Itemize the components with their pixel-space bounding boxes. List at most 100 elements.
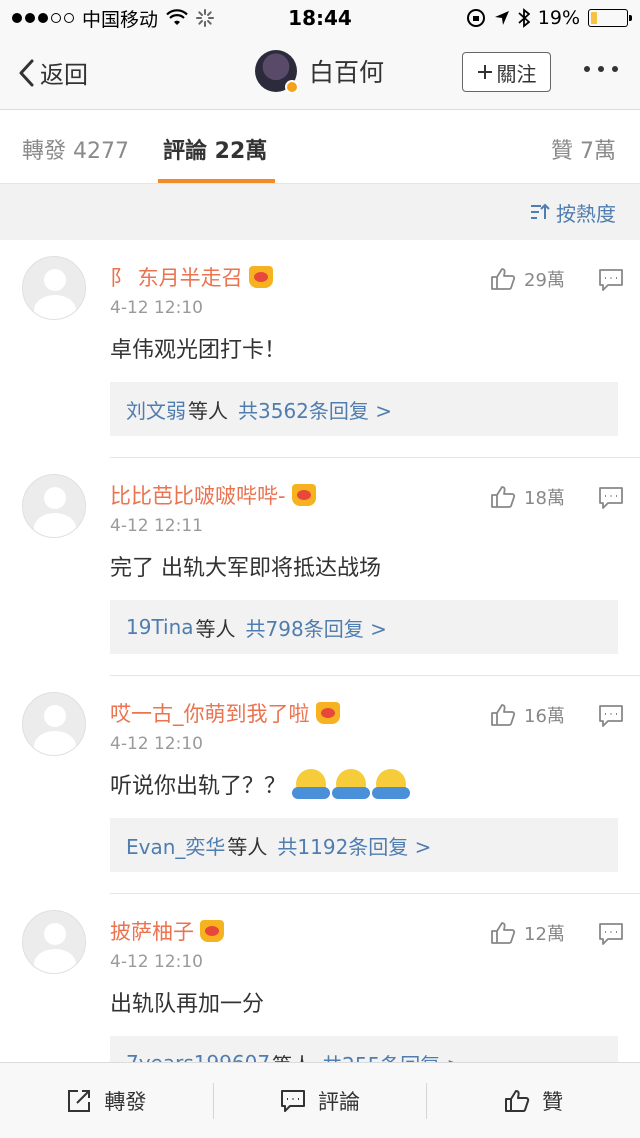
thumbs-up-icon [491, 486, 516, 508]
like-count: 12萬 [524, 924, 565, 945]
reply-comment-icon[interactable] [598, 486, 624, 510]
comment-text-content: 听说你出轨了？？ [110, 774, 287, 799]
status-bar: 中国移动 18:44 19% [0, 0, 640, 36]
reply-names: Evan_奕华 [126, 834, 226, 859]
like-count: 18萬 [524, 488, 565, 509]
comment-text-content: 卓伟观光团打卡！ [110, 338, 287, 363]
comment-text: 完了 出轨大军即将抵达战场 [110, 550, 381, 582]
reply-summary[interactable]: 刘文弱 等人 共3562条回复 > [110, 382, 618, 436]
reply-comment-icon[interactable] [598, 268, 624, 292]
battery-percent: 19% [537, 7, 580, 29]
reply-comment-icon[interactable] [598, 704, 624, 728]
comment-item[interactable]: 阝 东月半走召 4-12 12:10 卓伟观光团打卡！ 29萬 刘文弱 等人 共… [0, 240, 640, 458]
like-post-button[interactable]: 贊 [427, 1063, 640, 1138]
repost-label: 轉發 [104, 1089, 147, 1114]
like-label: 贊 [542, 1089, 564, 1114]
carrier-name: 中国移动 [82, 8, 159, 31]
chevron-left-icon [19, 59, 34, 86]
sort-by-hot-button[interactable]: 按熱度 [530, 198, 616, 227]
vip-crown-icon [315, 702, 340, 724]
tab-repost[interactable]: 轉發 4277 [22, 133, 129, 165]
thumbs-up-icon [505, 1089, 530, 1112]
comment-text: 听说你出轨了？？ [110, 768, 411, 800]
like-button[interactable]: 12萬 [490, 920, 565, 946]
avatar[interactable] [22, 474, 86, 538]
shrug-emoji-icon [372, 769, 411, 799]
rotation-lock-icon [466, 9, 485, 27]
follow-button[interactable]: 關注 [462, 52, 551, 92]
comment-label: 評論 [318, 1089, 360, 1114]
reply-etc: 等人 [188, 398, 228, 423]
battery-icon [588, 9, 632, 27]
comment-time: 4-12 12:10 [110, 298, 203, 318]
comment-username[interactable]: 阝 东月半走召 [110, 262, 273, 292]
comment-username[interactable]: 哎一古_你萌到我了啦 [110, 698, 340, 728]
reply-total: 共3562条回复 > [238, 398, 393, 423]
avatar[interactable] [22, 692, 86, 756]
share-icon [68, 1089, 91, 1112]
back-button[interactable]: 返回 [18, 55, 88, 90]
verified-badge-icon [285, 80, 299, 94]
avatar[interactable] [22, 910, 86, 974]
bluetooth-icon [518, 8, 530, 28]
reply-summary[interactable]: 19Tina 等人 共798条回复 > [110, 600, 618, 654]
bottom-toolbar: 轉發 評論 贊 [0, 1062, 640, 1138]
vip-crown-icon [291, 484, 316, 506]
comment-text: 出轨队再加一分 [110, 986, 264, 1018]
comment-time: 4-12 12:10 [110, 952, 203, 972]
location-arrow-icon [494, 11, 509, 25]
comment-item[interactable]: 比比芭比啵啵哔哔- 4-12 12:11 完了 出轨大军即将抵达战场 18萬 1… [0, 458, 640, 676]
sort-bar: 按熱度 [0, 184, 640, 240]
username-text: 披萨柚子 [110, 920, 194, 944]
loading-spinner-icon [196, 9, 215, 27]
reply-summary[interactable]: Evan_奕华 等人 共1192条回复 > [110, 818, 618, 872]
page-title: 白百何 [309, 58, 385, 87]
like-count: 29萬 [524, 270, 565, 291]
reply-etc: 等人 [227, 834, 268, 859]
tab-likes[interactable]: 贊 7萬 [551, 133, 616, 165]
like-button[interactable]: 16萬 [490, 702, 565, 728]
like-button[interactable]: 18萬 [490, 484, 565, 510]
tab-comments[interactable]: 評論 22萬 [163, 133, 267, 165]
username-text: 阝 东月半走召 [110, 266, 243, 290]
reply-names: 刘文弱 [126, 398, 186, 423]
sort-icon [531, 203, 550, 219]
vip-crown-icon [248, 266, 273, 288]
thumbs-up-icon [491, 704, 516, 726]
tab-bar: 轉發 4277 評論 22萬 贊 7萬 [0, 111, 640, 184]
comment-time: 4-12 12:10 [110, 734, 203, 754]
more-options-button[interactable] [584, 66, 618, 72]
profile-avatar[interactable] [255, 50, 299, 94]
like-button[interactable]: 29萬 [490, 266, 565, 292]
wifi-icon [166, 9, 188, 25]
repost-button[interactable]: 轉發 [0, 1063, 213, 1138]
comment-text: 卓伟观光团打卡！ [110, 332, 286, 364]
shrug-emoji-icon [292, 769, 331, 799]
comment-item[interactable]: 哎一古_你萌到我了啦 4-12 12:10 听说你出轨了？？ 16萬 Evan_… [0, 676, 640, 894]
reply-etc: 等人 [195, 616, 236, 641]
plus-icon [477, 65, 492, 79]
comment-time: 4-12 12:11 [110, 516, 203, 536]
comment-username[interactable]: 披萨柚子 [110, 916, 224, 946]
avatar[interactable] [22, 256, 86, 320]
active-tab-indicator [158, 179, 275, 183]
username-text: 哎一古_你萌到我了啦 [110, 702, 310, 726]
sort-label: 按熱度 [556, 201, 616, 226]
comment-text-content: 出轨队再加一分 [110, 992, 265, 1017]
vip-crown-icon [200, 920, 224, 942]
comment-text-content: 完了 出轨大军即将抵达战场 [110, 556, 381, 581]
back-label: 返回 [40, 61, 88, 89]
thumbs-up-icon [491, 268, 516, 290]
shrug-emoji-icon [332, 769, 371, 799]
reply-names: 19Tina [126, 615, 194, 639]
nav-bar: 返回 白百何 關注 [0, 36, 640, 110]
reply-total: 共798条回复 > [245, 616, 387, 641]
comment-icon [281, 1089, 305, 1112]
signal-strength-icon [12, 13, 74, 23]
follow-label: 關注 [496, 61, 537, 86]
reply-total: 共1192条回复 > [277, 834, 432, 859]
comment-button[interactable]: 評論 [214, 1063, 427, 1138]
thumbs-up-icon [491, 922, 516, 944]
comment-username[interactable]: 比比芭比啵啵哔哔- [110, 480, 316, 510]
reply-comment-icon[interactable] [598, 922, 624, 946]
